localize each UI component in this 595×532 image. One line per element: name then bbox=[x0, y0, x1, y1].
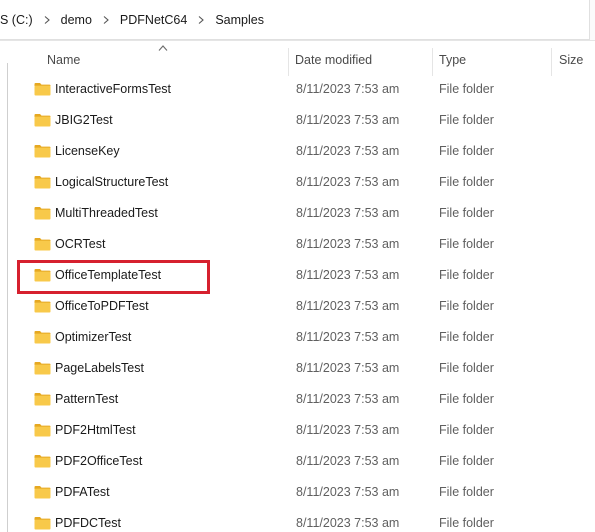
file-row[interactable]: JBIG2Test 8/11/2023 7:53 am File folder bbox=[0, 105, 595, 136]
column-divider[interactable] bbox=[288, 48, 289, 76]
file-date-modified: 8/11/2023 7:53 am bbox=[296, 516, 400, 530]
file-row[interactable]: OfficeToPDFTest 8/11/2023 7:53 am File fol… bbox=[0, 291, 595, 322]
file-type: File folder bbox=[439, 516, 494, 530]
file-name: PatternTest bbox=[55, 392, 119, 406]
file-type: File folder bbox=[439, 361, 494, 375]
file-date-modified: 8/11/2023 7:53 am bbox=[296, 268, 400, 282]
file-date-modified: 8/11/2023 7:53 am bbox=[296, 82, 400, 96]
file-type: File folder bbox=[439, 423, 494, 437]
file-type: File folder bbox=[439, 299, 494, 313]
file-date-modified: 8/11/2023 7:53 am bbox=[296, 206, 400, 220]
file-row[interactable]: PDF2HtmlTest 8/11/2023 7:53 am File folder bbox=[0, 415, 595, 446]
folder-icon bbox=[34, 268, 51, 282]
file-date-modified: 8/11/2023 7:53 am bbox=[296, 454, 400, 468]
file-type: File folder bbox=[439, 268, 494, 282]
folder-icon bbox=[34, 144, 51, 158]
file-type: File folder bbox=[439, 206, 494, 220]
breadcrumb-label: Samples bbox=[215, 12, 264, 27]
file-name: LogicalStructureTest bbox=[55, 175, 169, 189]
breadcrumb-item-drive[interactable]: S (C:) bbox=[0, 0, 37, 39]
file-list: InteractiveFormsTest 8/11/2023 7:53 am Fil… bbox=[0, 74, 595, 532]
folder-icon bbox=[34, 454, 51, 468]
breadcrumb-label: demo bbox=[60, 12, 92, 27]
breadcrumb-item-samples[interactable]: Samples bbox=[211, 0, 268, 39]
file-row[interactable]: PDFATest 8/11/2023 7:53 am File folder bbox=[0, 477, 595, 508]
file-date-modified: 8/11/2023 7:53 am bbox=[296, 299, 400, 313]
chevron-right-icon[interactable] bbox=[194, 13, 208, 27]
breadcrumb-label: PDFNetC64 bbox=[119, 12, 188, 27]
file-name: PDF2HtmlTest bbox=[55, 423, 136, 437]
folder-icon bbox=[34, 330, 51, 344]
file-type: File folder bbox=[439, 144, 494, 158]
folder-icon bbox=[34, 361, 51, 375]
address-bar: S (C:) demo PDFNetC64 Samples bbox=[0, 0, 595, 41]
folder-icon bbox=[34, 113, 51, 127]
file-name: JBIG2Test bbox=[55, 113, 113, 127]
chevron-right-icon[interactable] bbox=[99, 13, 113, 27]
file-row[interactable]: InteractiveFormsTest 8/11/2023 7:53 am Fil… bbox=[0, 74, 595, 105]
file-row[interactable]: OfficeTemplateTest 8/11/2023 7:53 am File … bbox=[0, 260, 595, 291]
file-name: PDFATest bbox=[55, 485, 110, 499]
file-type: File folder bbox=[439, 175, 494, 189]
file-row[interactable]: LogicalStructureTest 8/11/2023 7:53 am Fil… bbox=[0, 167, 595, 198]
folder-icon bbox=[34, 175, 51, 189]
file-date-modified: 8/11/2023 7:53 am bbox=[296, 113, 400, 127]
file-name: PDF2OfficeTest bbox=[55, 454, 143, 468]
file-date-modified: 8/11/2023 7:53 am bbox=[296, 330, 400, 344]
file-type: File folder bbox=[439, 485, 494, 499]
folder-icon bbox=[34, 299, 51, 313]
file-name: OfficeTemplateTest bbox=[55, 268, 162, 282]
folder-icon bbox=[34, 516, 51, 530]
file-date-modified: 8/11/2023 7:53 am bbox=[296, 485, 400, 499]
file-row[interactable]: OptimizerTest 8/11/2023 7:53 am File folde… bbox=[0, 322, 595, 353]
folder-icon bbox=[34, 82, 51, 96]
file-name: OCRTest bbox=[55, 237, 106, 251]
column-divider[interactable] bbox=[432, 48, 433, 76]
file-name: MultiThreadedTest bbox=[55, 206, 158, 220]
file-type: File folder bbox=[439, 237, 494, 251]
chevron-right-icon[interactable] bbox=[40, 13, 54, 27]
file-date-modified: 8/11/2023 7:53 am bbox=[296, 361, 400, 375]
file-name: InteractiveFormsTest bbox=[55, 82, 172, 96]
file-type: File folder bbox=[439, 82, 494, 96]
folder-icon bbox=[34, 237, 51, 251]
file-date-modified: 8/11/2023 7:53 am bbox=[296, 423, 400, 437]
folder-icon bbox=[34, 485, 51, 499]
breadcrumb-label: S (C:) bbox=[0, 12, 33, 27]
file-date-modified: 8/11/2023 7:53 am bbox=[296, 237, 400, 251]
file-name: PageLabelsTest bbox=[55, 361, 144, 375]
file-row[interactable]: LicenseKey 8/11/2023 7:53 am File folder bbox=[0, 136, 595, 167]
file-type: File folder bbox=[439, 330, 494, 344]
folder-icon bbox=[34, 206, 51, 220]
column-divider[interactable] bbox=[551, 48, 552, 76]
file-row[interactable]: PatternTest 8/11/2023 7:53 am File folder bbox=[0, 384, 595, 415]
folder-icon bbox=[34, 392, 51, 406]
folder-icon bbox=[34, 423, 51, 437]
breadcrumb-item-pdfnetc64[interactable]: PDFNetC64 bbox=[116, 0, 191, 39]
file-name: OfficeToPDFTest bbox=[55, 299, 149, 313]
breadcrumb[interactable]: S (C:) demo PDFNetC64 Samples bbox=[0, 0, 590, 40]
file-name: LicenseKey bbox=[55, 144, 120, 158]
file-row[interactable]: PDF2OfficeTest 8/11/2023 7:53 am File fold… bbox=[0, 446, 595, 477]
file-date-modified: 8/11/2023 7:53 am bbox=[296, 175, 400, 189]
file-type: File folder bbox=[439, 454, 494, 468]
breadcrumb-item-demo[interactable]: demo bbox=[57, 0, 96, 39]
file-date-modified: 8/11/2023 7:53 am bbox=[296, 144, 400, 158]
file-row[interactable]: PDFDCTest 8/11/2023 7:53 am File folder bbox=[0, 508, 595, 532]
file-explorer-window: S (C:) demo PDFNetC64 Samples Name Date … bbox=[0, 0, 595, 532]
file-type: File folder bbox=[439, 392, 494, 406]
file-date-modified: 8/11/2023 7:53 am bbox=[296, 392, 400, 406]
file-type: File folder bbox=[439, 113, 494, 127]
file-row[interactable]: OCRTest 8/11/2023 7:53 am File folder bbox=[0, 229, 595, 260]
file-name: PDFDCTest bbox=[55, 516, 121, 530]
file-row[interactable]: PageLabelsTest 8/11/2023 7:53 am File fold… bbox=[0, 353, 595, 384]
file-name: OptimizerTest bbox=[55, 330, 132, 344]
file-row[interactable]: MultiThreadedTest 8/11/2023 7:53 am File f… bbox=[0, 198, 595, 229]
